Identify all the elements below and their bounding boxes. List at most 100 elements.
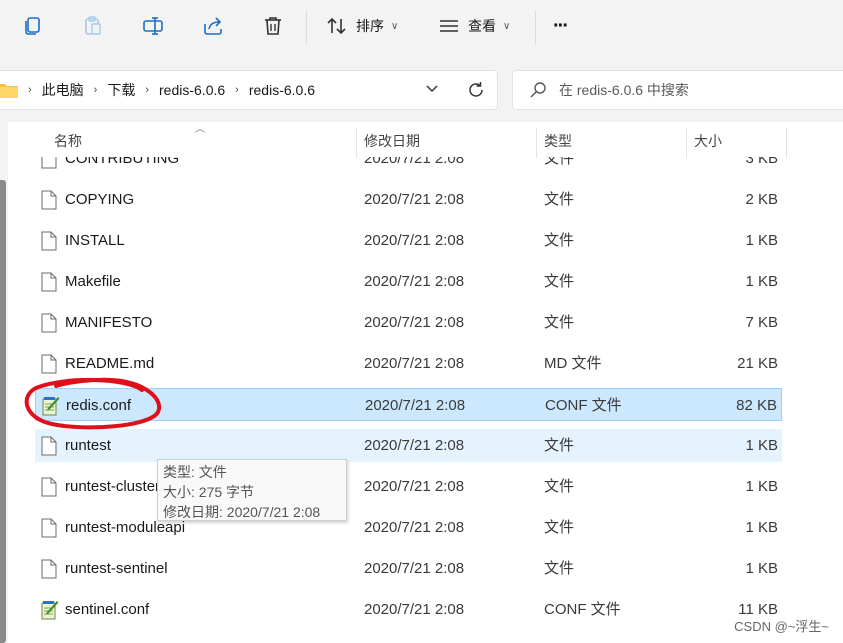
file-type: 文件 [544, 273, 575, 290]
file-list: CONTRIBUTING 2020/7/21 2:08 文件 3 KB COPYING 2… [0, 157, 843, 643]
file-row[interactable]: runtest-moduleapi 2020/7/21 2:08 文件 1 KB [35, 511, 782, 544]
chevron-right-icon: › [28, 84, 32, 96]
search-icon [530, 82, 546, 98]
file-date: 2020/7/21 2:08 [364, 560, 465, 577]
breadcrumb-this-pc[interactable]: 此电脑 [42, 80, 84, 100]
file-row[interactable]: INSTALL 2020/7/21 2:08 文件 1 KB [35, 224, 782, 257]
breadcrumb-downloads[interactable]: 下载 [107, 80, 135, 100]
file-row[interactable]: runtest-sentinel 2020/7/21 2:08 文件 1 KB [35, 552, 782, 585]
file-row[interactable]: CONTRIBUTING 2020/7/21 2:08 文件 3 KB [35, 157, 782, 175]
address-dropdown-button[interactable] [424, 81, 440, 102]
column-header-name[interactable]: 名称 [54, 122, 354, 160]
file-date: 2020/7/21 2:08 [364, 191, 465, 208]
column-header-type[interactable]: 类型 [544, 122, 684, 160]
file-size: 1 KB [745, 437, 778, 454]
doc-icon [41, 354, 57, 379]
search-input[interactable]: 在 redis-6.0.6 中搜索 [559, 80, 689, 100]
file-size: 1 KB [745, 232, 778, 249]
file-name: COPYING [65, 191, 135, 208]
column-divider[interactable] [356, 128, 357, 158]
doc-icon [41, 313, 57, 338]
file-row[interactable]: Makefile 2020/7/21 2:08 文件 1 KB [35, 265, 782, 298]
file-date: 2020/7/21 2:08 [364, 157, 465, 167]
file-type: 文件 [544, 437, 575, 454]
column-divider[interactable] [686, 128, 687, 158]
file-size: 3 KB [745, 157, 778, 167]
doc-icon [41, 436, 57, 461]
breadcrumb-redis-current[interactable]: redis-6.0.6 [249, 82, 315, 98]
copy-button[interactable] [22, 10, 44, 42]
trash-icon [265, 17, 281, 35]
file-type: 文件 [544, 519, 575, 536]
refresh-icon [469, 82, 483, 97]
column-header-date[interactable]: 修改日期 [364, 122, 534, 160]
file-name: sentinel.conf [65, 601, 150, 618]
breadcrumb-redis-parent[interactable]: redis-6.0.6 [159, 82, 225, 98]
file-size: 1 KB [745, 519, 778, 536]
column-divider[interactable] [536, 128, 537, 158]
column-divider[interactable] [786, 128, 787, 158]
chevron-right-icon: › [235, 84, 239, 96]
file-size: 7 KB [745, 314, 778, 331]
file-row[interactable]: runtest 2020/7/21 2:08 文件 1 KB [35, 429, 782, 462]
file-name: README.md [65, 355, 155, 372]
address-row: › 此电脑 › 下载 › redis-6.0.6 › redis-6.0.6 在… [0, 52, 843, 122]
file-type: 文件 [544, 478, 575, 495]
file-name: Makefile [65, 273, 121, 290]
rename-button[interactable] [142, 10, 164, 42]
chevron-right-icon: › [145, 84, 150, 96]
search-box[interactable]: 在 redis-6.0.6 中搜索 [512, 70, 843, 110]
file-size: 2 KB [745, 191, 778, 208]
file-type: 文件 [544, 560, 575, 577]
view-label: 查看 [468, 18, 496, 34]
watermark: CSDN @~浮生~ [734, 619, 829, 634]
file-type: 文件 [544, 191, 575, 208]
file-date: 2020/7/21 2:08 [364, 232, 465, 249]
doc-icon [41, 559, 57, 584]
file-name: INSTALL [65, 232, 125, 249]
address-bar[interactable]: › 此电脑 › 下载 › redis-6.0.6 › redis-6.0.6 [0, 70, 498, 110]
notepad-icon [42, 396, 60, 421]
share-button[interactable] [202, 10, 224, 42]
file-size: 1 KB [745, 273, 778, 290]
doc-icon [41, 272, 57, 297]
tooltip-modified: 修改日期: 2020/7/21 2:08 [163, 504, 321, 520]
doc-icon [41, 231, 57, 256]
file-date: 2020/7/21 2:08 [365, 397, 466, 414]
refresh-button[interactable] [466, 80, 486, 105]
view-list-icon [440, 20, 458, 32]
paste-icon [85, 16, 101, 35]
column-header-size[interactable]: 大小 [694, 122, 784, 160]
file-type: CONF 文件 [544, 601, 621, 618]
file-row[interactable]: MANIFESTO 2020/7/21 2:08 文件 7 KB [35, 306, 782, 339]
delete-button[interactable] [262, 10, 284, 42]
file-row[interactable]: runtest-cluster 2020/7/21 2:08 文件 1 KB [35, 470, 782, 503]
doc-icon [41, 518, 57, 543]
file-date: 2020/7/21 2:08 [364, 314, 465, 331]
command-bar: 排序 ∨ 查看 ∨ ··· [0, 0, 843, 52]
file-row[interactable]: redis.conf 2020/7/21 2:08 CONF 文件 82 KB [35, 388, 782, 421]
doc-icon [41, 157, 57, 174]
file-size: 1 KB [745, 478, 778, 495]
file-type: 文件 [544, 157, 575, 167]
file-row[interactable]: sentinel.conf 2020/7/21 2:08 CONF 文件 11 KB [35, 593, 782, 626]
sort-button[interactable]: 排序 ∨ [326, 10, 398, 42]
notepad-icon [41, 600, 59, 625]
share-icon [204, 17, 222, 35]
tooltip-type: 类型: 文件 [163, 464, 227, 480]
file-row[interactable]: COPYING 2020/7/21 2:08 文件 2 KB [35, 183, 782, 216]
file-size: 1 KB [745, 560, 778, 577]
paste-button[interactable] [82, 10, 104, 42]
file-size: 21 KB [737, 355, 778, 372]
sort-label: 排序 [356, 18, 384, 34]
file-date: 2020/7/21 2:08 [364, 601, 465, 618]
file-name: MANIFESTO [65, 314, 153, 331]
view-button[interactable]: 查看 ∨ [438, 10, 510, 42]
file-row[interactable]: README.md 2020/7/21 2:08 MD 文件 21 KB [35, 347, 782, 380]
more-options-button[interactable]: ··· [553, 10, 569, 42]
file-type: MD 文件 [544, 355, 602, 372]
chevron-down-icon: ∨ [391, 20, 399, 32]
chevron-down-icon [426, 85, 438, 93]
tooltip-size: 大小: 275 字节 [163, 484, 255, 500]
file-name: runtest-cluster [65, 478, 161, 495]
